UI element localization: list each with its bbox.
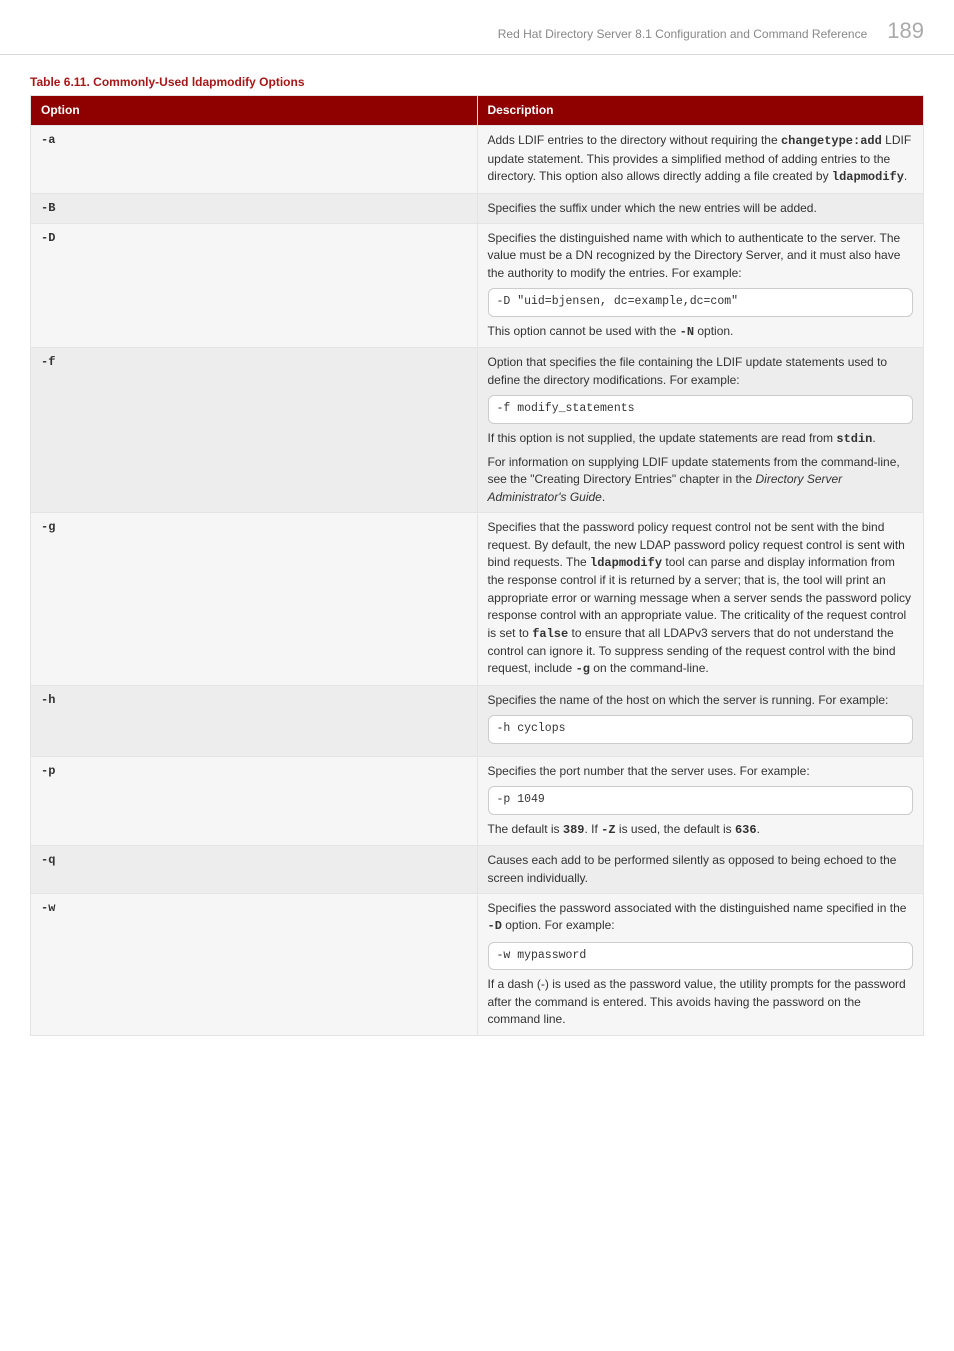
code-example: -w mypassword bbox=[488, 942, 914, 971]
code-example: -D "uid=bjensen, dc=example,dc=com" bbox=[488, 288, 914, 317]
desc-cell: Adds LDIF entries to the directory witho… bbox=[477, 126, 924, 193]
col-description: Description bbox=[477, 96, 924, 126]
table-row: -q Causes each add to be performed silen… bbox=[31, 846, 924, 894]
doc-title: Red Hat Directory Server 8.1 Configurati… bbox=[498, 27, 868, 41]
option-cell: -h bbox=[31, 685, 478, 756]
option-cell: -w bbox=[31, 894, 478, 1036]
table-row: -a Adds LDIF entries to the directory wi… bbox=[31, 126, 924, 193]
desc-cell: Specifies the distinguished name with wh… bbox=[477, 223, 924, 347]
table-row: -g Specifies that the password policy re… bbox=[31, 513, 924, 686]
option-cell: -f bbox=[31, 348, 478, 513]
table-row: -D Specifies the distinguished name with… bbox=[31, 223, 924, 347]
table-caption: Table 6.11. Commonly-Used ldapmodify Opt… bbox=[30, 75, 924, 89]
desc-cell: Causes each add to be performed silently… bbox=[477, 846, 924, 894]
table-row: -B Specifies the suffix under which the … bbox=[31, 193, 924, 223]
table-row: -f Option that specifies the file contai… bbox=[31, 348, 924, 513]
desc-cell: Specifies the password associated with t… bbox=[477, 894, 924, 1036]
desc-cell: Option that specifies the file containin… bbox=[477, 348, 924, 513]
page-number: 189 bbox=[887, 18, 924, 44]
desc-cell: Specifies the port number that the serve… bbox=[477, 756, 924, 845]
desc-cell: Specifies that the password policy reque… bbox=[477, 513, 924, 686]
code-example: -f modify_statements bbox=[488, 395, 914, 424]
table-row: -w Specifies the password associated wit… bbox=[31, 894, 924, 1036]
code-example: -h cyclops bbox=[488, 715, 914, 744]
option-cell: -q bbox=[31, 846, 478, 894]
desc-cell: Specifies the suffix under which the new… bbox=[477, 193, 924, 223]
options-table: Option Description -a Adds LDIF entries … bbox=[30, 95, 924, 1036]
code-example: -p 1049 bbox=[488, 786, 914, 815]
option-cell: -B bbox=[31, 193, 478, 223]
desc-cell: Specifies the name of the host on which … bbox=[477, 685, 924, 756]
table-row: -h Specifies the name of the host on whi… bbox=[31, 685, 924, 756]
option-cell: -g bbox=[31, 513, 478, 686]
page-content: Table 6.11. Commonly-Used ldapmodify Opt… bbox=[0, 55, 954, 1076]
table-row: -p Specifies the port number that the se… bbox=[31, 756, 924, 845]
option-cell: -D bbox=[31, 223, 478, 347]
option-cell: -a bbox=[31, 126, 478, 193]
col-option: Option bbox=[31, 96, 478, 126]
page-header: Red Hat Directory Server 8.1 Configurati… bbox=[0, 0, 954, 55]
option-cell: -p bbox=[31, 756, 478, 845]
